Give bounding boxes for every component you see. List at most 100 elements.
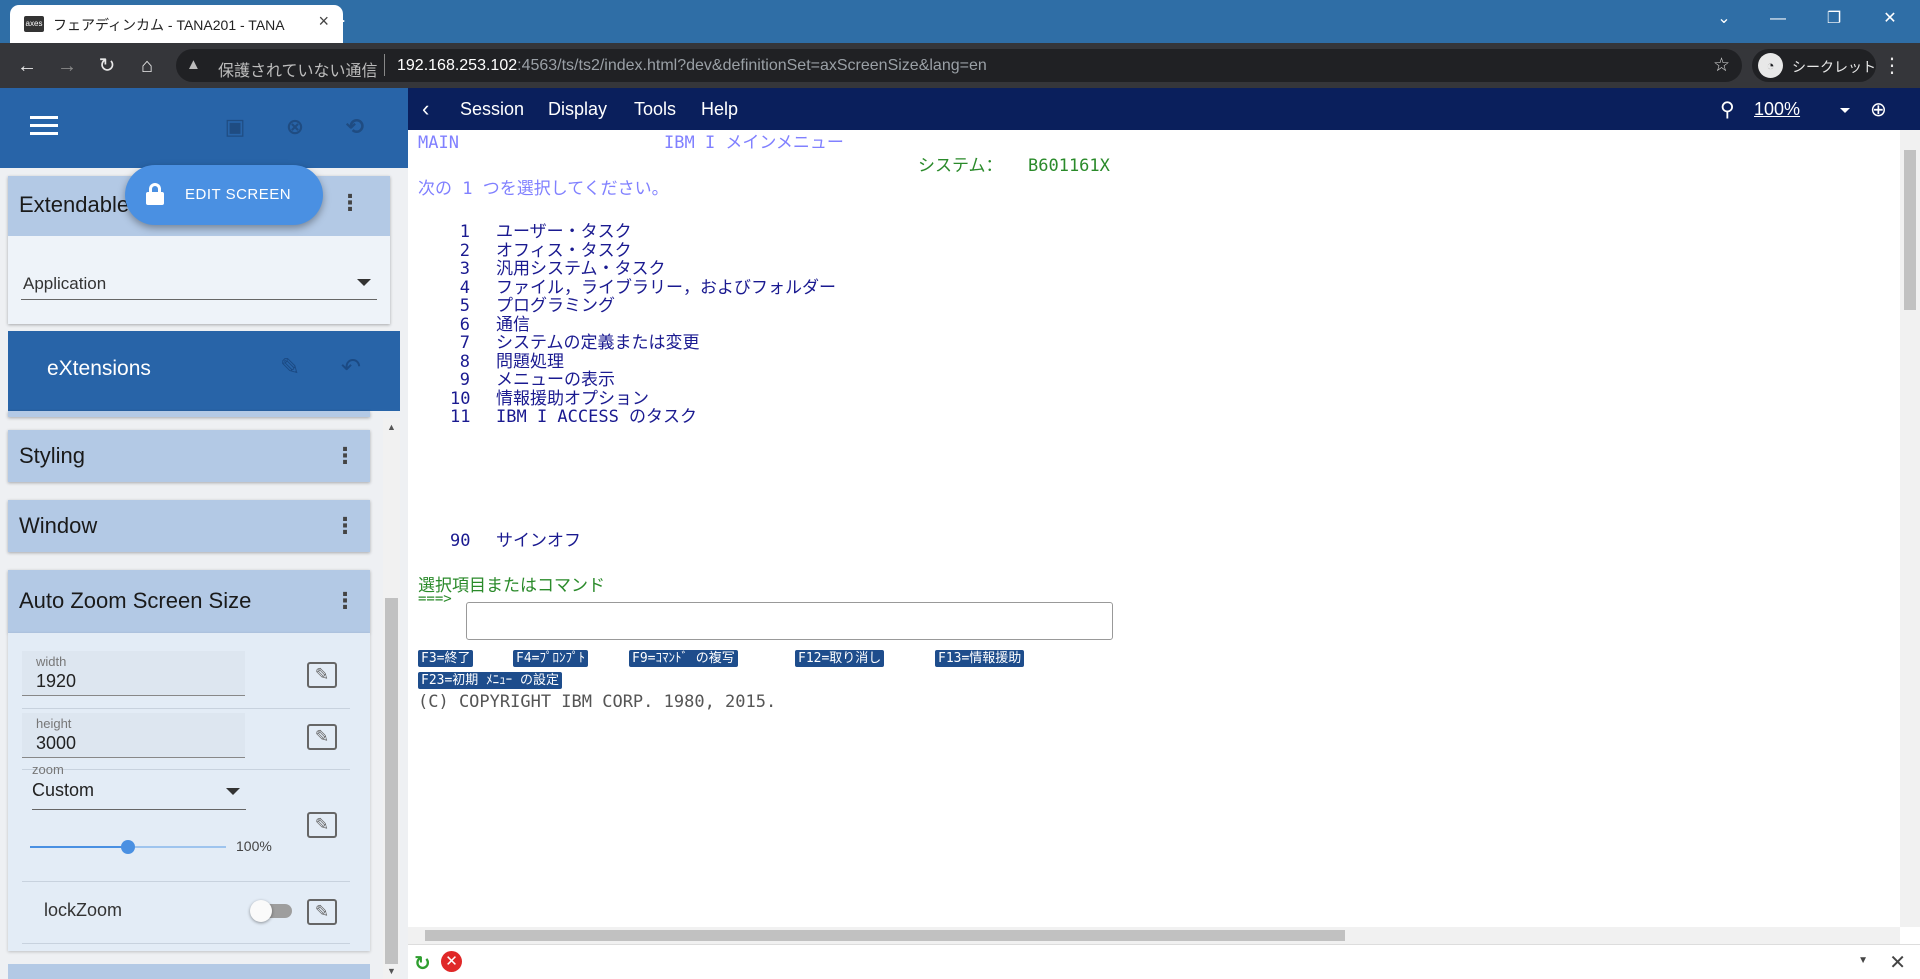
slider-value: 100% xyxy=(236,838,272,854)
menu-display[interactable]: Display xyxy=(548,99,607,120)
hamburger-menu-icon[interactable] xyxy=(30,116,58,136)
signoff-text[interactable]: サインオフ xyxy=(496,530,581,552)
scrollbar-thumb[interactable] xyxy=(1904,150,1916,310)
edit-height-icon[interactable]: ✎ xyxy=(307,724,337,750)
zoom-select[interactable]: zoom Custom xyxy=(32,762,246,810)
menu-tools[interactable]: Tools xyxy=(634,99,676,120)
zoom-in-icon[interactable]: ⊕ xyxy=(1870,97,1887,122)
divider xyxy=(22,881,350,882)
edit-pencil-icon[interactable]: ✎ xyxy=(280,353,300,382)
terminal-toolbar: ‹ Session Display Tools Help ⚲ 100% ⊕ xyxy=(408,88,1920,130)
height-value: 3000 xyxy=(36,733,77,753)
chevron-down-icon xyxy=(357,279,371,286)
back-icon[interactable]: ← xyxy=(12,51,42,81)
collapse-chevron-icon[interactable]: ‹ xyxy=(422,96,429,122)
save-icon[interactable]: ▣ xyxy=(220,112,250,142)
height-field[interactable]: height 3000 xyxy=(22,713,245,758)
error-icon[interactable]: ✕ xyxy=(441,951,462,972)
lock-icon xyxy=(145,183,165,205)
scrollbar-thumb[interactable] xyxy=(425,930,1345,941)
fkey-f12[interactable]: F12=取り消し xyxy=(795,650,885,667)
next-card-edge xyxy=(8,964,370,979)
fkey-f23[interactable]: F23=初期 ﾒﾆｭｰ の設定 xyxy=(418,672,562,689)
lockzoom-label: lockZoom xyxy=(44,900,123,920)
zoom-slider[interactable] xyxy=(30,840,226,854)
new-tab-icon[interactable]: + xyxy=(325,7,351,35)
autozoom-title: Auto Zoom Screen Size xyxy=(19,588,252,613)
divider xyxy=(22,943,350,944)
application-select-value: Application xyxy=(23,274,107,293)
reload-icon[interactable]: ↻ xyxy=(92,51,122,81)
autozoom-more-icon[interactable]: ⋮ xyxy=(334,590,356,612)
fkey-f13[interactable]: F13=情報援助 xyxy=(935,650,1025,667)
extensions-header: eXtensions ✎ ↶ xyxy=(8,331,400,411)
restore-icon[interactable]: ❐ xyxy=(1814,4,1854,34)
fkey-f4[interactable]: F4=ﾌﾟﾛﾝﾌﾟﾄ xyxy=(513,650,588,667)
cancel-icon[interactable]: ⊗ xyxy=(280,112,310,142)
tab-bar: axes フェアディンカム - TANA201 - TANA × + ⌄ — ❐… xyxy=(0,0,1920,43)
incognito-badge[interactable]: ◔ シークレット xyxy=(1752,49,1876,82)
scrollbar-thumb[interactable] xyxy=(385,598,398,964)
fkey-f9[interactable]: F9=ｺﾏﾝﾄﾞ の複写 xyxy=(629,650,738,667)
menu-help[interactable]: Help xyxy=(701,99,738,120)
height-label: height xyxy=(36,716,72,731)
copyright: (C) COPYRIGHT IBM CORP. 1980, 2015. xyxy=(418,692,777,712)
application-select[interactable]: Application xyxy=(21,264,377,300)
zoom-label: zoom xyxy=(32,762,64,777)
browser-tab[interactable]: axes フェアディンカム - TANA201 - TANA × xyxy=(10,5,343,43)
extendable-body: Application xyxy=(8,236,390,324)
edit-screen-label: EDIT SCREEN xyxy=(185,186,292,203)
system-name: B601161X xyxy=(1028,156,1110,176)
close-window-icon[interactable]: ✕ xyxy=(1870,4,1910,34)
command-input[interactable] xyxy=(466,602,1113,640)
window-more-icon[interactable]: ⋮ xyxy=(334,515,356,537)
width-field[interactable]: width 1920 xyxy=(22,651,245,696)
autozoom-card[interactable]: Auto Zoom Screen Size ⋮ xyxy=(8,570,370,633)
styling-card[interactable]: Styling ⋮ xyxy=(8,430,370,482)
scroll-down-icon[interactable]: ▼ xyxy=(387,966,396,976)
styling-title: Styling xyxy=(19,443,86,468)
slider-knob[interactable] xyxy=(121,840,135,854)
panel-scrollbar[interactable]: ▲ ▼ xyxy=(383,418,400,979)
warning-icon: ▲ xyxy=(186,56,201,73)
chevron-down-icon[interactable]: ▼ xyxy=(1858,955,1868,966)
scroll-up-icon[interactable]: ▲ xyxy=(387,422,396,432)
lockzoom-toggle[interactable] xyxy=(250,900,294,922)
connected-refresh-icon[interactable]: ↻ xyxy=(414,951,431,976)
incognito-label: シークレット xyxy=(1792,59,1876,75)
extendable-title: Extendable xyxy=(19,192,130,217)
url-divider xyxy=(384,54,385,76)
address-bar[interactable]: ▲ 保護されていない通信 192.168.253.102:4563/ts/ts2… xyxy=(176,49,1742,82)
terminal-vertical-scrollbar[interactable] xyxy=(1900,130,1920,927)
chevron-down-icon xyxy=(226,788,240,795)
chevron-down-icon[interactable] xyxy=(1840,108,1850,113)
home-icon[interactable]: ⌂ xyxy=(132,51,162,81)
zoom-value: Custom xyxy=(32,780,95,800)
zoom-out-icon[interactable]: ⚲ xyxy=(1720,97,1735,122)
url-text: 192.168.253.102:4563/ts/ts2/index.html?d… xyxy=(397,57,987,75)
forward-icon[interactable]: → xyxy=(52,51,82,81)
undo-icon[interactable]: ↶ xyxy=(341,353,361,382)
fkey-f3[interactable]: F3=終了 xyxy=(418,650,474,667)
extendable-more-icon[interactable]: ⋮ xyxy=(339,190,361,216)
edit-zoom-icon[interactable]: ✎ xyxy=(307,812,337,838)
extensions-title: eXtensions xyxy=(47,357,151,380)
zoom-control: ⚲ 100% ⊕ xyxy=(1720,97,1910,123)
close-icon[interactable]: ✕ xyxy=(1889,950,1906,975)
browser-window: axes フェアディンカム - TANA201 - TANA × + ⌄ — ❐… xyxy=(0,0,1920,979)
divider xyxy=(22,708,350,709)
window-card[interactable]: Window ⋮ xyxy=(8,500,370,552)
zoom-level[interactable]: 100% xyxy=(1754,99,1800,120)
minimize-icon[interactable]: — xyxy=(1758,4,1798,34)
option-text[interactable]: IBM I ACCESS のタスク xyxy=(496,406,697,428)
edit-screen-button[interactable]: EDIT SCREEN xyxy=(125,165,323,225)
tab-search-icon[interactable]: ⌄ xyxy=(1704,4,1744,34)
edit-width-icon[interactable]: ✎ xyxy=(307,662,337,688)
menu-session[interactable]: Session xyxy=(460,99,524,120)
styling-more-icon[interactable]: ⋮ xyxy=(334,445,356,467)
bookmark-star-icon[interactable]: ☆ xyxy=(1713,54,1730,77)
revert-icon[interactable]: ⟲ xyxy=(340,112,370,142)
terminal-horizontal-scrollbar[interactable] xyxy=(408,927,1900,944)
browser-menu-icon[interactable]: ⋮ xyxy=(1882,53,1902,78)
edit-lockzoom-icon[interactable]: ✎ xyxy=(307,899,337,925)
